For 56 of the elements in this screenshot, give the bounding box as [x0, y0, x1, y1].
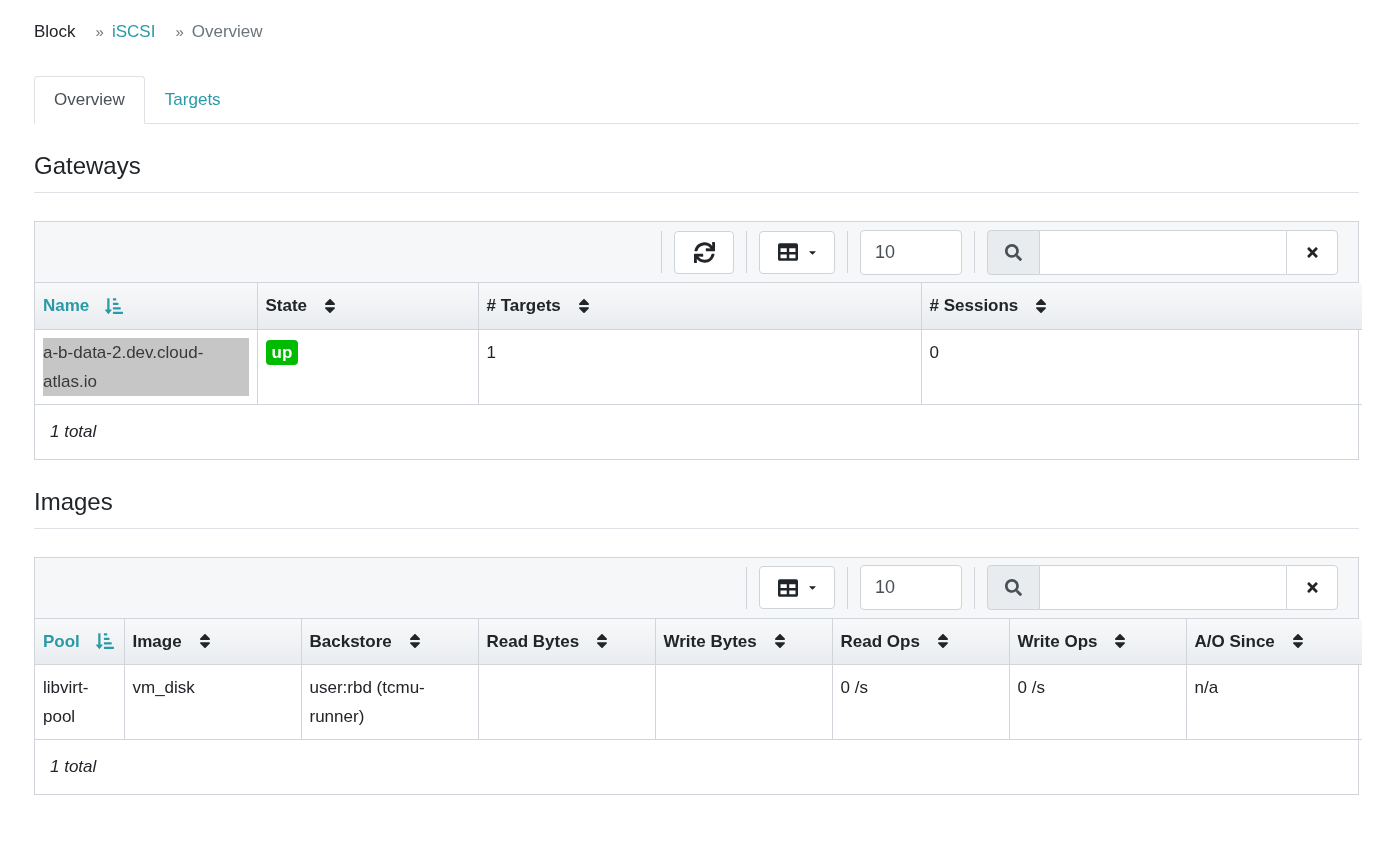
- sort-icon: [407, 632, 422, 651]
- breadcrumb-item: Block: [34, 21, 76, 44]
- total-count: 1 total: [50, 756, 97, 779]
- table-cell-text: n/a: [1194, 677, 1219, 699]
- section-heading: Gateways: [34, 148, 141, 193]
- table-cell-text: libvirt-pool: [43, 677, 90, 728]
- table-cell-text: 1: [486, 341, 496, 364]
- table-cell-text: 0 /s: [840, 677, 868, 699]
- table-cell-text: 0: [929, 341, 939, 364]
- column-header[interactable]: # Sessions: [921, 283, 1362, 329]
- column-header[interactable]: Backstore: [301, 618, 478, 665]
- sort-ascending-icon: [105, 296, 124, 315]
- breadcrumb-item: Overview: [191, 21, 263, 44]
- sort-icon: [1290, 632, 1305, 651]
- column-header[interactable]: Write Bytes: [655, 618, 832, 665]
- sort-icon: [576, 296, 591, 315]
- sort-icon: [323, 296, 338, 315]
- refresh-icon: [693, 241, 715, 263]
- clear-search-button[interactable]: [1286, 229, 1338, 275]
- status-badge: up: [265, 339, 299, 365]
- sort-ascending-icon: [95, 632, 114, 651]
- sort-icon: [197, 632, 212, 651]
- table-icon: [776, 242, 799, 262]
- table-cell-text: vm_disk: [132, 677, 195, 699]
- column-header[interactable]: Read Bytes: [478, 618, 655, 665]
- search-icon: [1005, 579, 1022, 596]
- sort-icon: [935, 632, 950, 651]
- chevron-separator: »: [175, 21, 184, 42]
- column-header[interactable]: Image: [124, 618, 301, 665]
- clear-search-button[interactable]: [1286, 565, 1338, 610]
- table-cell-text: user:rbd (tcmu-runner): [309, 677, 426, 728]
- sort-icon: [595, 632, 610, 651]
- column-header[interactable]: Write Ops: [1009, 618, 1186, 665]
- table-icon: [776, 577, 799, 598]
- total-count: 1 total: [50, 420, 97, 443]
- sort-icon: [1034, 296, 1049, 315]
- table-cell: a-b-data-2.dev.cloud-atlas.io: [43, 337, 249, 396]
- columns-dropdown-button[interactable]: [759, 230, 835, 274]
- columns-dropdown-button[interactable]: [759, 566, 835, 609]
- column-header[interactable]: Read Ops: [832, 618, 1009, 665]
- table-cell-text: 0 /s: [1017, 677, 1045, 699]
- search-field[interactable]: [1040, 565, 1286, 610]
- chevron-separator: »: [95, 21, 104, 42]
- column-header[interactable]: A/O Since: [1186, 618, 1362, 665]
- column-header[interactable]: State: [257, 283, 478, 329]
- close-icon: [1304, 244, 1320, 260]
- sort-icon: [1113, 632, 1128, 651]
- search-icon: [1005, 243, 1022, 261]
- sort-icon: [772, 632, 787, 651]
- column-header[interactable]: # Targets: [478, 283, 921, 329]
- page-size-input[interactable]: 10: [860, 229, 962, 275]
- tab[interactable]: Overview: [34, 76, 145, 124]
- page-size-input[interactable]: 10: [860, 565, 962, 610]
- section-heading: Images: [34, 483, 113, 529]
- search-field[interactable]: [1040, 229, 1286, 275]
- refresh-button[interactable]: [674, 230, 734, 274]
